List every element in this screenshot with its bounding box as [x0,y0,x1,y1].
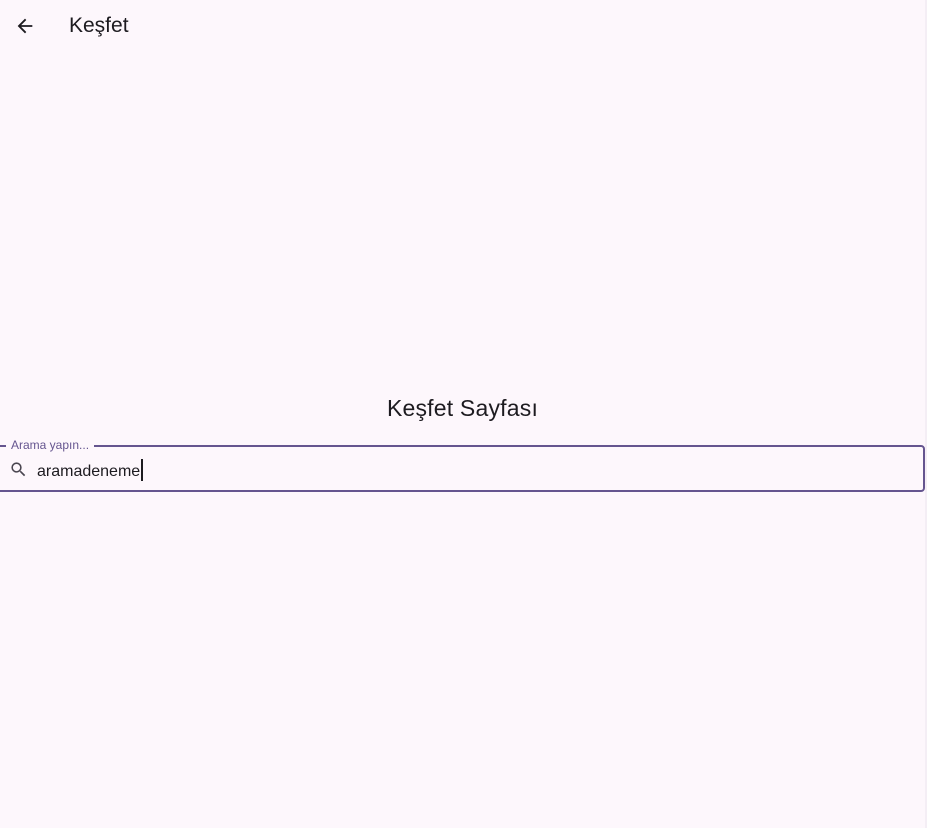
search-input-text: aramadeneme [37,463,141,480]
back-button[interactable] [7,8,43,44]
search-field[interactable]: Arama yapın... aramadeneme [0,438,925,492]
arrow-left-icon [17,18,33,34]
app-bar: Keşfet [0,0,925,52]
search-field-label: Arama yapın... [6,438,95,452]
text-cursor [141,459,144,481]
search-icon [9,460,28,479]
page-heading: Keşfet Sayfası [386,395,539,421]
app-bar-title: Keşfet [69,14,129,37]
search-input[interactable]: aramadeneme [37,459,144,482]
